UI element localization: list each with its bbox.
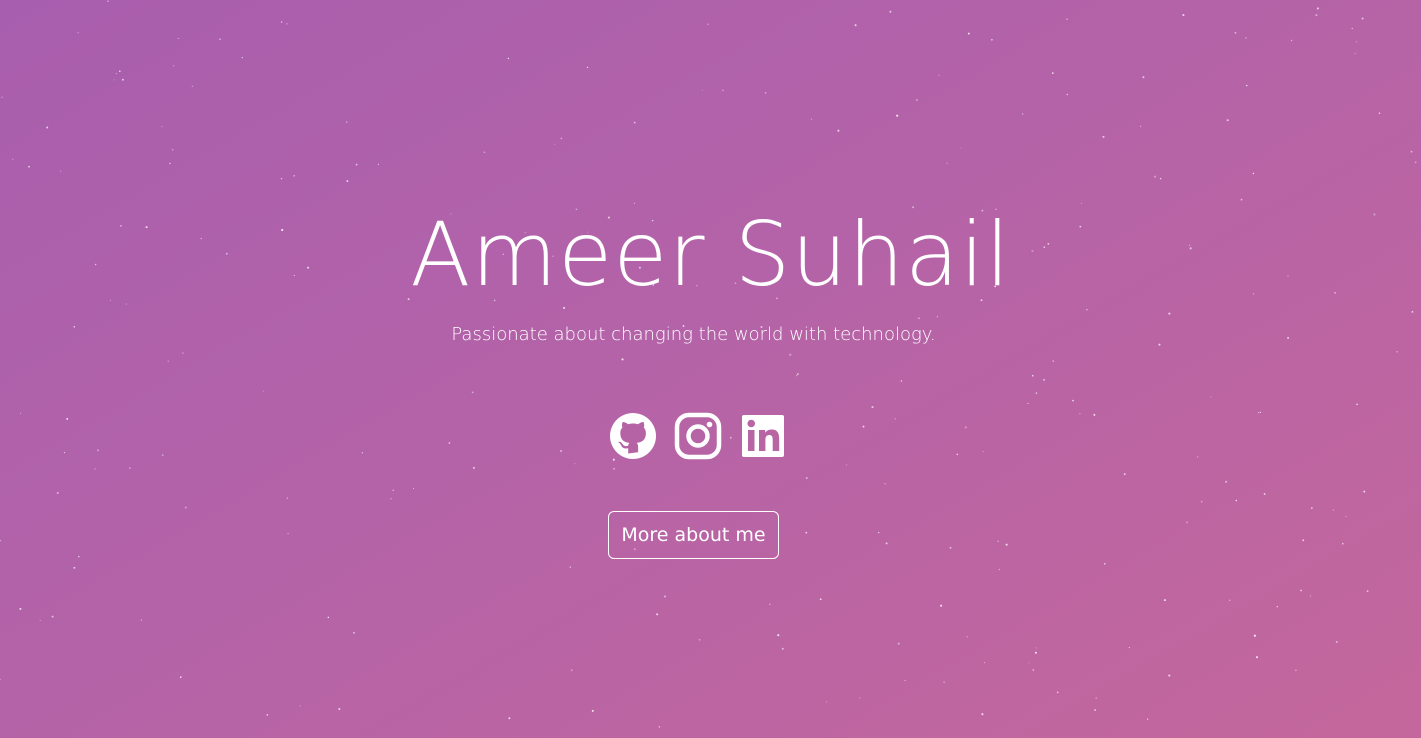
instagram-link[interactable]	[674, 412, 722, 460]
page-title: Ameer Suhail	[410, 203, 1011, 306]
more-about-me-button[interactable]: More about me	[608, 511, 779, 559]
instagram-icon	[674, 412, 722, 460]
social-links	[609, 412, 787, 460]
tagline: Passionate about changing the world with…	[451, 324, 936, 345]
github-link[interactable]	[609, 412, 657, 460]
linkedin-link[interactable]	[739, 412, 787, 460]
github-icon	[610, 413, 656, 459]
hero-section: Ameer Suhail Passionate about changing t…	[0, 0, 1421, 738]
linkedin-icon	[742, 415, 784, 457]
